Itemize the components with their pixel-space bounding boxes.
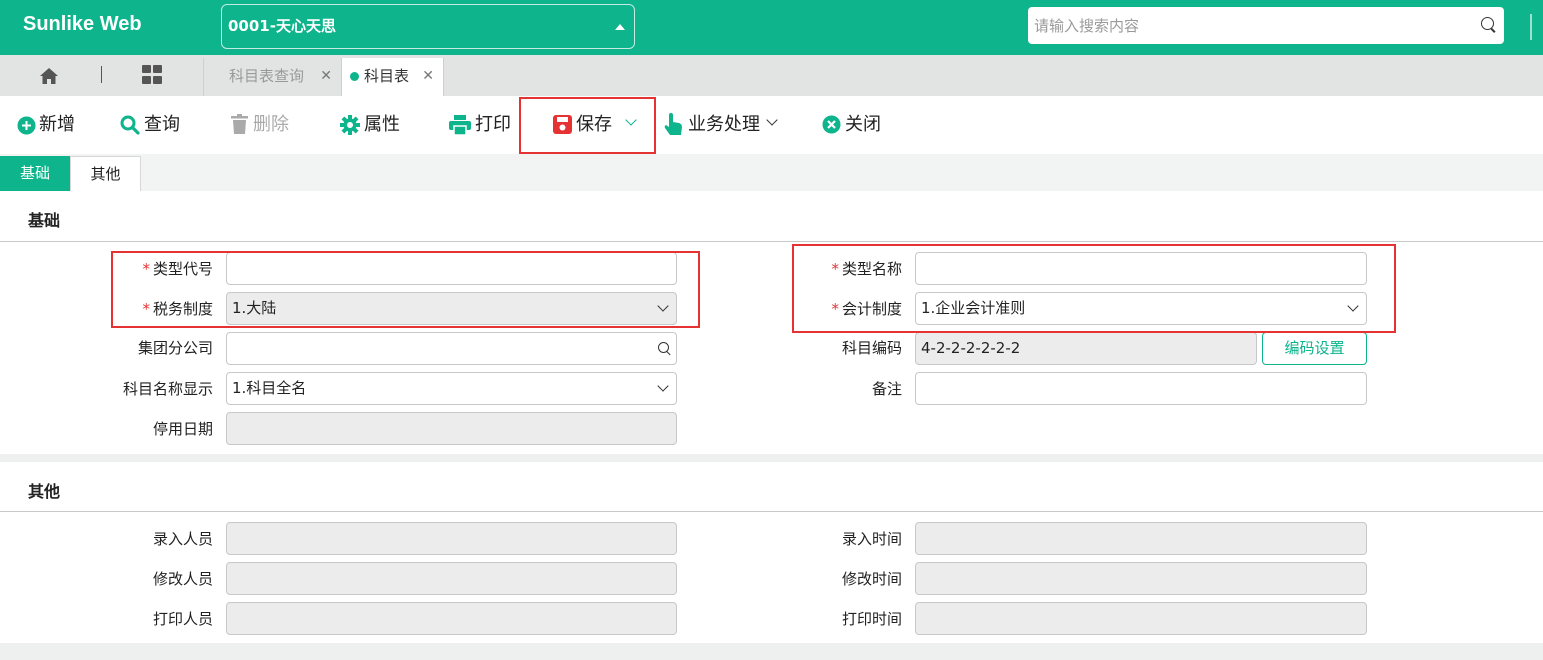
type-name-input[interactable] (915, 252, 1367, 285)
type-code-label: * 类型代号 (142, 260, 213, 278)
chevron-down-icon[interactable] (766, 114, 778, 126)
tax-system-select[interactable]: 1.大陆 (226, 292, 677, 325)
properties-button[interactable]: 属性 (340, 96, 400, 154)
close-circle-icon (822, 115, 841, 134)
disable-date-label: 停用日期 (152, 420, 213, 438)
print-button[interactable]: 打印 (449, 96, 511, 154)
entry-time-field (915, 522, 1367, 555)
chevron-down-icon (657, 380, 669, 392)
window-tabbar: 科目表查询 ✕ 科目表 ✕ (0, 55, 1543, 96)
search-icon (658, 342, 669, 353)
close-icon[interactable]: ✕ (320, 58, 332, 94)
tax-system-label: * 税务制度 (142, 300, 213, 318)
print-time-field (915, 602, 1367, 635)
subject-code-field: 4-2-2-2-2-2-2 (915, 332, 1257, 365)
section-divider (0, 511, 1543, 512)
tab-basic[interactable]: 基础 (0, 156, 70, 191)
close-icon[interactable]: ✕ (422, 58, 434, 94)
print-time-label: 打印时间 (841, 610, 902, 628)
remark-input[interactable] (915, 372, 1367, 405)
gear-icon (340, 115, 360, 135)
subject-code-label: 科目编码 (841, 339, 902, 357)
type-code-input[interactable] (226, 252, 677, 285)
entry-time-label: 录入时间 (841, 530, 902, 548)
accounting-system-label: * 会计制度 (831, 300, 902, 318)
tab-other[interactable]: 其他 (70, 156, 141, 191)
modify-time-field (915, 562, 1367, 595)
name-display-select[interactable]: 1.科目全名 (226, 372, 677, 405)
section-basic: 基础 * 类型代号 * 税务制度 1.大陆 集团分公司 科目名称显示 1.科目全名 … (0, 191, 1543, 454)
caret-up-icon (615, 24, 625, 30)
save-button[interactable]: 保存 (553, 96, 637, 154)
form-tabs: 基础 其他 (0, 154, 1543, 191)
group-company-input[interactable] (226, 332, 677, 365)
tab-label: 科目表 (364, 67, 410, 85)
page-bottom (0, 643, 1543, 660)
section-other: 其他 录入人员 修改人员 打印人员 录入时间 修改时间 打印时间 (0, 462, 1543, 643)
add-button[interactable]: 新增 (17, 96, 75, 154)
plus-circle-icon (17, 116, 36, 135)
header-divider (1530, 14, 1532, 40)
modify-person-field (226, 562, 677, 595)
company-selector[interactable]: 0001-天心天思 (221, 4, 635, 49)
app-header: Sunlike Web 0001-天心天思 (0, 0, 1543, 55)
section-title: 基础 (28, 211, 61, 230)
tab-subject-table[interactable]: 科目表 ✕ (341, 58, 444, 96)
business-processing-button[interactable]: 业务处理 (664, 96, 778, 154)
print-person-field (226, 602, 677, 635)
search-icon[interactable] (1481, 17, 1494, 30)
print-person-label: 打印人员 (152, 610, 213, 628)
search-input[interactable] (1028, 7, 1504, 44)
chevron-down-icon[interactable] (625, 114, 637, 126)
section-title: 其他 (28, 482, 61, 501)
tab-subject-query[interactable]: 科目表查询 ✕ (204, 58, 340, 96)
modify-person-label: 修改人员 (152, 570, 213, 588)
search-icon (120, 115, 140, 135)
entry-person-label: 录入人员 (152, 530, 213, 548)
save-icon (553, 115, 572, 134)
close-button[interactable]: 关闭 (822, 96, 881, 154)
trash-icon (231, 114, 248, 134)
hand-pointer-icon (664, 113, 682, 135)
query-button[interactable]: 查询 (120, 96, 180, 154)
code-setting-button[interactable]: 编码设置 (1262, 332, 1367, 365)
modify-time-label: 修改时间 (841, 570, 902, 588)
disable-date-input[interactable] (226, 412, 677, 445)
toolbar: 新增 查询 删除 属性 打印 保存 业务处理 关闭 (0, 96, 1543, 154)
grid-icon[interactable] (142, 65, 164, 85)
group-company-label: 集团分公司 (137, 339, 213, 357)
tab-label: 科目表查询 (229, 67, 305, 85)
chevron-down-icon (1347, 300, 1359, 312)
entry-person-field (226, 522, 677, 555)
printer-icon (449, 115, 471, 135)
section-divider (0, 241, 1543, 242)
delete-button[interactable]: 删除 (231, 96, 289, 154)
brand-logo[interactable]: Sunlike Web (23, 13, 142, 36)
remark-label: 备注 (871, 380, 902, 398)
active-dot-icon (350, 72, 359, 81)
accounting-system-select[interactable]: 1.企业会计准则 (915, 292, 1367, 325)
name-display-label: 科目名称显示 (122, 380, 213, 398)
company-name: 0001-天心天思 (228, 17, 336, 35)
tabbar-divider (101, 66, 102, 83)
chevron-down-icon (657, 300, 669, 312)
home-icon[interactable] (39, 67, 59, 85)
type-name-label: * 类型名称 (831, 260, 902, 278)
